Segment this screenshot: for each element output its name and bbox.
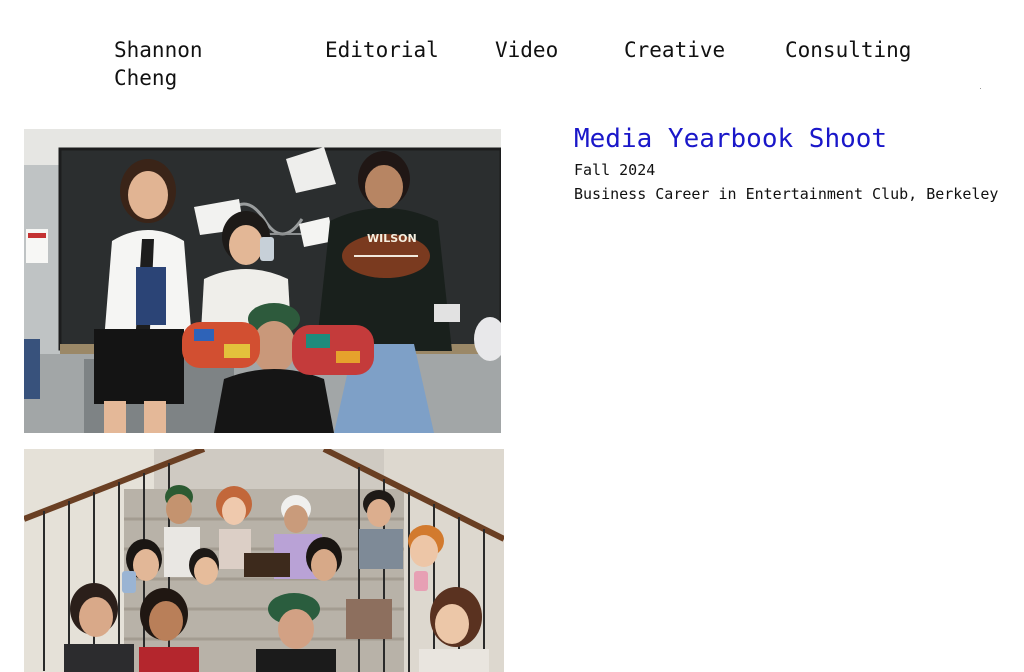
project-client: Business Career in Entertainment Club, B… bbox=[574, 185, 999, 203]
project-season: Fall 2024 bbox=[574, 161, 656, 179]
group-on-staircase-photo bbox=[24, 449, 504, 672]
nav-item-editorial[interactable]: Editorial bbox=[325, 36, 439, 64]
site-brand-link[interactable]: Shannon Cheng bbox=[114, 36, 214, 92]
nav-dot-decoration bbox=[980, 88, 981, 89]
nav-item-creative[interactable]: Creative bbox=[624, 36, 725, 64]
staircase-photo-illustration bbox=[24, 449, 504, 672]
project-info: Media Yearbook Shoot Fall 2024 Business … bbox=[574, 124, 1014, 206]
site-nav: Shannon Cheng Editorial Video Creative C… bbox=[0, 36, 1024, 96]
project-title: Media Yearbook Shoot bbox=[574, 124, 888, 154]
project-details: Fall 2024 Business Career in Entertainme… bbox=[574, 158, 1014, 206]
portfolio-page: Shannon Cheng Editorial Video Creative C… bbox=[0, 0, 1024, 672]
nav-item-video[interactable]: Video bbox=[495, 36, 558, 64]
nav-item-consulting[interactable]: Consulting bbox=[785, 36, 911, 64]
svg-text:WILSON: WILSON bbox=[367, 232, 417, 245]
group-at-chalkboard-photo: WILSON bbox=[24, 129, 501, 433]
chalkboard-photo-illustration: WILSON bbox=[24, 129, 501, 433]
